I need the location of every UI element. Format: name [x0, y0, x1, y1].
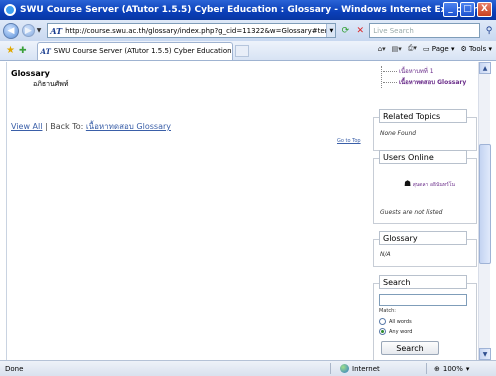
side-search-input[interactable]	[379, 294, 467, 306]
zoom-icon: ⊕	[434, 364, 440, 373]
minimize-button[interactable]: _	[443, 2, 458, 17]
tab-label: SWU Course Server (ATutor 1.5.5) Cyber E…	[53, 47, 233, 55]
status-text: Done	[5, 364, 24, 373]
status-divider-2	[426, 363, 427, 374]
close-button[interactable]: X	[477, 2, 492, 17]
back-to-link[interactable]: เนื้อหาทดสอบ Glossary	[86, 122, 171, 131]
guests-text: Guests are not listed	[380, 209, 443, 216]
search-title: Search	[379, 275, 467, 289]
search-button[interactable]: Search	[381, 341, 439, 355]
tab-favicon-icon: AT	[40, 46, 51, 56]
url-text: http://course.swu.ac.th/glossary/index.p…	[65, 26, 327, 35]
browser-tab[interactable]: AT SWU Course Server (ATutor 1.5.5) Cybe…	[36, 41, 233, 60]
scroll-down-arrow-icon[interactable]: ▼	[479, 348, 491, 360]
site-favicon-icon: AT	[50, 25, 63, 36]
favorites-star-icon[interactable]: ★	[6, 45, 15, 56]
match-label: Match:	[379, 308, 396, 314]
users-online-title: Users Online	[379, 150, 467, 164]
page-subtitle: อภิธานศัพท์	[33, 80, 69, 88]
zoom-control[interactable]: ⊕ 100% ▾	[434, 365, 469, 373]
go-to-top-link[interactable]: Go to Top	[337, 138, 361, 144]
breadcrumb: View All | Back To: เนื้อหาทดสอบ Glossar…	[11, 120, 171, 133]
tree-connector	[381, 66, 382, 88]
home-icon[interactable]: ⌂▾	[378, 45, 386, 53]
scroll-up-arrow-icon[interactable]: ▲	[479, 62, 491, 74]
users-online-box: ☗ สุนดลา อธินันทร์โน Guests are not list…	[373, 158, 477, 224]
radio-all-words-input[interactable]	[379, 318, 386, 325]
forward-button[interactable]: ▶	[21, 24, 35, 37]
vertical-scrollbar[interactable]: ▲ ▼	[478, 62, 491, 360]
status-bar: Done Internet ⊕ 100% ▾	[0, 360, 496, 376]
print-icon[interactable]: ⎙▾	[408, 44, 417, 53]
related-topics-text: None Found	[380, 130, 417, 137]
zoom-dropdown-icon: ▾	[465, 364, 470, 373]
globe-icon	[340, 364, 349, 373]
side-panel: เนื้อหาบทที่ 1 เนื้อหาทดสอบ Glossary Non…	[369, 62, 477, 360]
window-title: SWU Course Server (ATutor 1.5.5) Cyber E…	[20, 5, 478, 15]
ie-logo-icon	[4, 4, 16, 16]
online-user[interactable]: ☗ สุนดลา อธินันทร์โน	[404, 179, 455, 189]
back-button[interactable]: ◀	[3, 22, 19, 39]
glossary-title: Glossary	[379, 231, 467, 245]
command-bar: ★ ✚ AT SWU Course Server (ATutor 1.5.5) …	[0, 41, 496, 61]
search-input[interactable]: Live Search	[369, 23, 481, 38]
stop-icon[interactable]: ✕	[354, 25, 366, 37]
nav-item-glossary-test[interactable]: เนื้อหาทดสอบ Glossary	[383, 77, 466, 87]
related-topics-title: Related Topics	[379, 109, 467, 123]
address-bar: ◀ ▶ ▼ AT http://course.swu.ac.th/glossar…	[0, 20, 496, 41]
page-viewport: Glossary อภิธานศัพท์ View All | Back To:…	[6, 62, 478, 360]
view-all-link[interactable]: View All	[11, 122, 42, 131]
user-icon: ☗	[404, 179, 412, 188]
new-tab-button[interactable]	[234, 44, 249, 57]
recent-pages-dropdown[interactable]: ▼	[37, 27, 42, 34]
radio-any-word-input[interactable]	[379, 328, 386, 335]
url-dropdown-icon[interactable]: ▼	[326, 24, 336, 37]
radio-any-word[interactable]: Any word	[379, 328, 412, 335]
tools-menu[interactable]: ⚙ Tools ▾	[460, 45, 492, 53]
url-field[interactable]: AT http://course.swu.ac.th/glossary/inde…	[47, 23, 337, 38]
refresh-icon[interactable]: ⟳	[339, 25, 351, 37]
radio-all-words[interactable]: All words	[379, 318, 412, 325]
breadcrumb-separator: | Back To:	[42, 122, 86, 131]
status-divider	[330, 363, 331, 374]
add-favorites-icon[interactable]: ✚	[19, 46, 27, 56]
search-icon[interactable]: ⚲	[482, 24, 496, 38]
page-title: Glossary	[11, 69, 50, 78]
title-bar: SWU Course Server (ATutor 1.5.5) Cyber E…	[0, 0, 496, 20]
content-nav-tree: เนื้อหาบทที่ 1 เนื้อหาทดสอบ Glossary	[377, 66, 477, 98]
maximize-button[interactable]: □	[460, 2, 475, 17]
security-zone[interactable]: Internet	[340, 364, 380, 373]
scroll-thumb[interactable]	[479, 144, 491, 264]
glossary-text: N/A	[380, 251, 391, 258]
page-menu[interactable]: ▭ Page ▾	[423, 45, 455, 53]
feeds-icon[interactable]: ▤▾	[392, 45, 402, 53]
nav-item-chapter1[interactable]: เนื้อหาบทที่ 1	[383, 66, 434, 76]
